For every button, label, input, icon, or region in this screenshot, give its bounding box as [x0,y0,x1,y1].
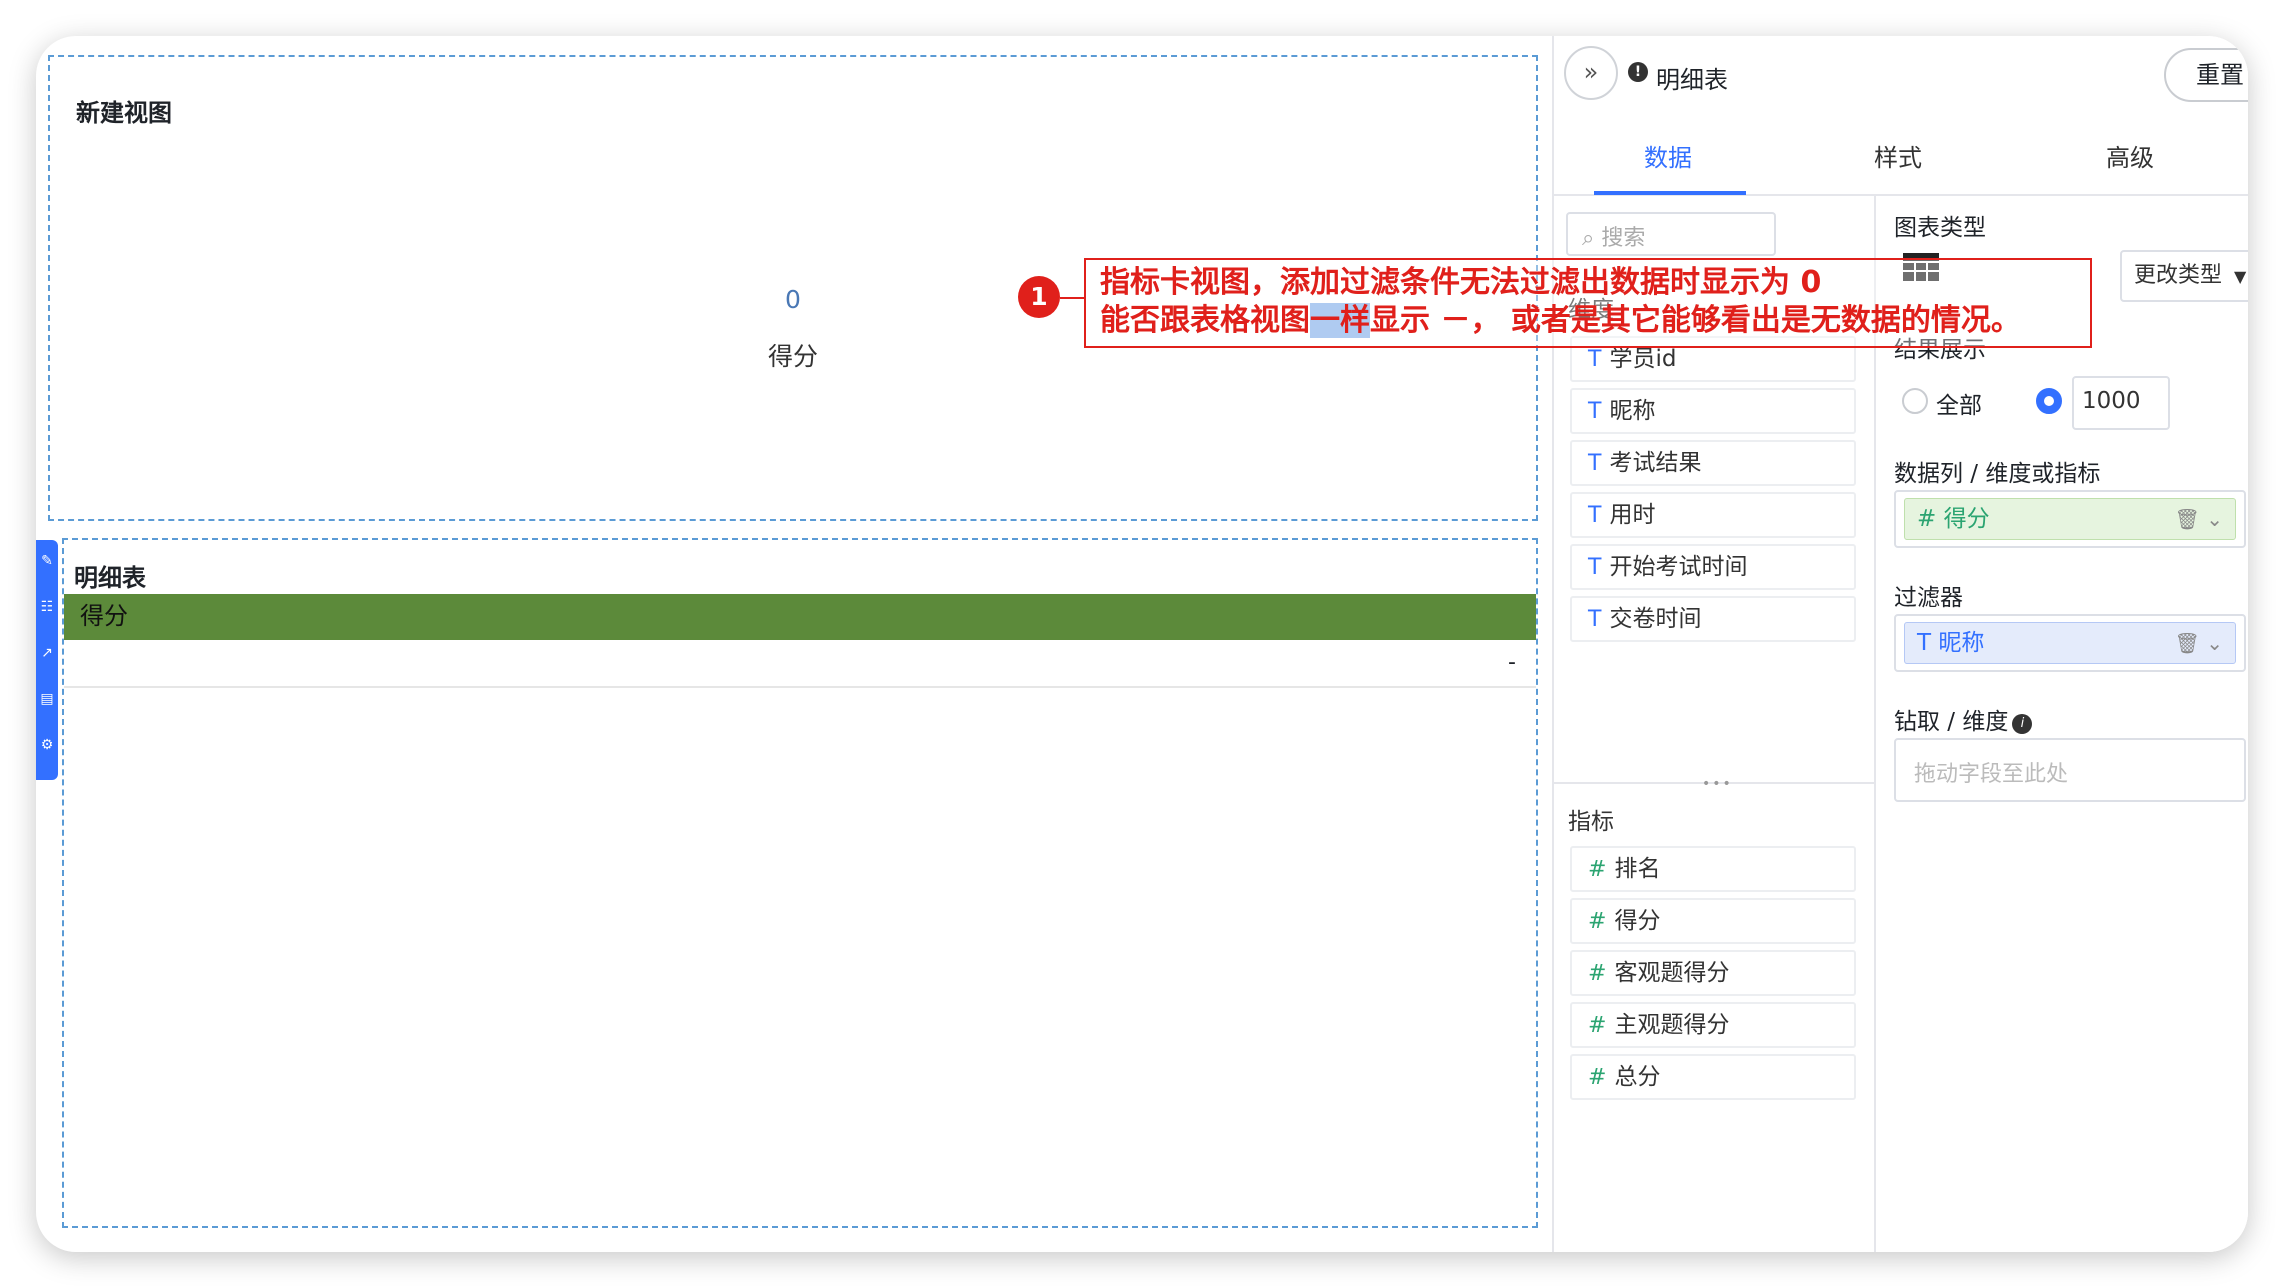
drill-label-row: 钻取 / 维度 i [1894,702,2033,736]
field-label: 总分 [1614,1064,1661,1090]
number-type-icon: # [1588,961,1607,986]
number-type-icon: # [1917,506,1944,532]
tab-advanced[interactable]: 高级 [2106,138,2154,173]
panel-title: 明细表 [1656,66,1728,94]
dropdown-label: 更改类型 [2134,263,2223,288]
chip-label: 昵称 [1938,630,1985,656]
filter-label: 过滤器 [1894,585,1963,611]
field-label: 排名 [1614,856,1661,882]
text-type-icon: T [1588,503,1602,528]
dimension-field[interactable]: T 开始考试时间 [1570,544,1856,590]
annotation-callout: 指标卡视图，添加过滤条件无法过滤出数据时显示为 0 能否跟表格视图一样显示 －，… [1084,258,2092,348]
app-window: 新建视图 0 得分 ✎ ☷ ↗ ▤ ⚙ 明细表 得分 - » ! 明细表 重置 … [36,36,2248,1252]
view-title: 新建视图 [76,99,172,127]
view-title: 明细表 [74,564,146,592]
change-type-dropdown[interactable]: 更改类型 ▼ [2120,250,2248,302]
search-placeholder: 搜索 [1601,226,1646,251]
text-type-icon: T [1588,451,1602,476]
number-type-icon: # [1588,857,1607,882]
panel-tabs: 数据 样式 高级 [1554,116,2248,196]
warning-icon: ! [1628,62,1648,82]
annotation-number-badge: 1 [1018,276,1060,318]
table-cell: - [64,640,1536,688]
field-search-input[interactable]: ⌕ 搜索 [1566,212,1776,256]
dimension-field[interactable]: T 用时 [1570,492,1856,538]
drill-dropzone[interactable]: 拖动字段至此处 [1894,738,2246,802]
field-label: 得分 [1614,908,1661,934]
text-type-icon: T [1588,607,1602,632]
result-limit-input[interactable]: 1000 [2072,376,2170,430]
indicator-field[interactable]: # 得分 [1570,898,1856,944]
indicators-label: 指标 [1568,809,1614,835]
view-toolbar: ✎ ☷ ↗ ▤ ⚙ [36,540,58,780]
radio-all-label: 全部 [1936,393,1982,419]
filter-dropzone[interactable]: T 昵称 🗑 ⌄ [1894,614,2246,672]
dimension-field[interactable]: T 昵称 [1570,388,1856,434]
filter-chip[interactable]: T 昵称 🗑 ⌄ [1904,622,2236,664]
list-icon[interactable]: ☷ [38,598,56,616]
expand-icon[interactable]: ↗ [38,644,56,662]
drill-label: 钻取 / 维度 [1894,709,2009,735]
field-label: 学员id [1609,346,1677,372]
dimension-field[interactable]: T 交卷时间 [1570,596,1856,642]
indicator-field[interactable]: # 总分 [1570,1054,1856,1100]
metric-chip[interactable]: # 得分 🗑 ⌄ [1904,498,2236,540]
chart-type-label: 图表类型 [1894,215,1986,241]
data-columns-label: 数据列 / 维度或指标 [1894,461,2101,487]
reset-button[interactable]: 重置 [2164,48,2248,102]
radio-limit[interactable] [2036,388,2062,414]
drag-handle-icon[interactable]: ••• [1702,776,1733,792]
indicator-field[interactable]: # 排名 [1570,846,1856,892]
text-type-icon: T [1917,630,1939,656]
number-type-icon: # [1588,1013,1607,1038]
text-type-icon: T [1588,347,1602,372]
trash-chevron-icon[interactable]: 🗑 ⌄ [2174,623,2223,663]
caret-down-icon: ▼ [2234,267,2247,286]
field-label: 客观题得分 [1614,960,1730,986]
collapse-panel-button[interactable]: » [1564,46,1618,100]
indicator-field[interactable]: # 客观题得分 [1570,950,1856,996]
dimension-field[interactable]: T 考试结果 [1570,440,1856,486]
annotation-line-2: 能否跟表格视图一样显示 －， 或者是其它能够看出是无数据的情况。 [1100,302,2076,340]
indicator-field[interactable]: # 主观题得分 [1570,1002,1856,1048]
detail-table-view[interactable]: 明细表 得分 - [62,538,1538,1228]
tab-style[interactable]: 样式 [1874,138,1922,173]
annotation-line-1: 指标卡视图，添加过滤条件无法过滤出数据时显示为 0 [1100,265,1822,300]
table-header-cell[interactable]: 得分 [64,594,1536,640]
field-label: 用时 [1609,502,1656,528]
field-label: 开始考试时间 [1609,554,1748,580]
annotation-connector [1060,297,1084,299]
gear-icon[interactable]: ⚙ [38,736,56,754]
number-type-icon: # [1588,1065,1607,1090]
chip-label: 得分 [1943,506,1990,532]
text-type-icon: T [1588,555,1602,580]
data-columns-dropzone[interactable]: # 得分 🗑 ⌄ [1894,490,2246,548]
text-type-icon: T [1588,399,1602,424]
field-label: 主观题得分 [1614,1012,1730,1038]
annotation-highlight: 一样 [1310,303,1370,338]
field-label: 考试结果 [1609,450,1702,476]
edit-icon[interactable]: ✎ [38,552,56,570]
radio-all[interactable] [1902,388,1928,414]
search-icon: ⌕ [1582,226,1602,251]
annotation-text: 能否跟表格视图 [1100,303,1310,338]
active-tab-indicator [1594,191,1746,195]
annotation-text: 显示 －， 或者是其它能够看出是无数据的情况。 [1370,303,2021,338]
field-label: 昵称 [1609,398,1656,424]
data-view-icon[interactable]: ▤ [38,690,56,708]
column-divider [1874,196,1876,1252]
tab-data[interactable]: 数据 [1644,138,1692,173]
config-panel: » ! 明细表 重置 数据 样式 高级 ⌕ 搜索 维度 T 学员id T 昵称 T考… [1552,36,2248,1252]
field-label: 交卷时间 [1609,606,1702,632]
trash-chevron-icon[interactable]: 🗑 ⌄ [2174,499,2223,539]
number-type-icon: # [1588,909,1607,934]
info-icon[interactable]: i [2012,714,2033,734]
